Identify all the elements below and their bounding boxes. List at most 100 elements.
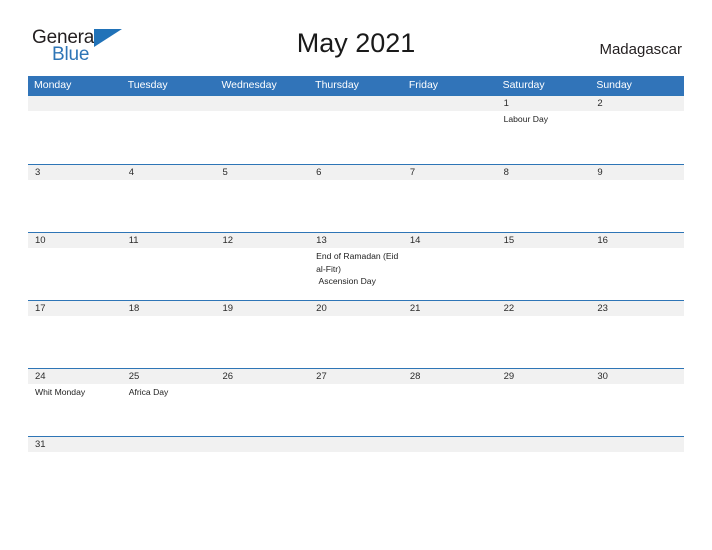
weekday-header-row: Monday Tuesday Wednesday Thursday Friday… bbox=[28, 76, 684, 95]
date-cell[interactable]: 5 bbox=[215, 165, 309, 180]
event-cell bbox=[497, 180, 591, 232]
date-cell[interactable]: 1 bbox=[497, 96, 591, 111]
date-cell[interactable] bbox=[215, 96, 309, 111]
event-cell bbox=[497, 452, 591, 472]
event-band: End of Ramadan (Eid al-Fitr) Ascension D… bbox=[28, 248, 684, 300]
week-row: 3 4 5 6 7 8 9 bbox=[28, 164, 684, 232]
date-cell[interactable]: 13 bbox=[309, 233, 403, 248]
date-cell[interactable] bbox=[309, 96, 403, 111]
date-cell[interactable] bbox=[403, 437, 497, 452]
date-cell[interactable]: 6 bbox=[309, 165, 403, 180]
date-cell[interactable]: 25 bbox=[122, 369, 216, 384]
date-cell[interactable]: 22 bbox=[497, 301, 591, 316]
date-cell[interactable]: 23 bbox=[590, 301, 684, 316]
event-cell bbox=[403, 316, 497, 368]
date-cell[interactable]: 24 bbox=[28, 369, 122, 384]
weekday-wednesday: Wednesday bbox=[221, 79, 277, 91]
date-cell[interactable] bbox=[497, 437, 591, 452]
date-band: 10 11 12 13 14 15 16 bbox=[28, 233, 684, 248]
date-cell[interactable] bbox=[309, 437, 403, 452]
date-band: 31 bbox=[28, 437, 684, 452]
weekday-thursday: Thursday bbox=[315, 79, 359, 91]
date-cell[interactable]: 14 bbox=[403, 233, 497, 248]
event-cell bbox=[215, 180, 309, 232]
event-cell bbox=[28, 111, 122, 164]
date-cell[interactable]: 29 bbox=[497, 369, 591, 384]
event-cell bbox=[590, 384, 684, 436]
event-cell bbox=[403, 180, 497, 232]
week-row: 10 11 12 13 14 15 16 End of Ramadan (Eid… bbox=[28, 232, 684, 300]
date-cell[interactable]: 7 bbox=[403, 165, 497, 180]
date-cell[interactable] bbox=[215, 437, 309, 452]
event-cell bbox=[122, 316, 216, 368]
date-cell[interactable]: 16 bbox=[590, 233, 684, 248]
event-cell bbox=[215, 384, 309, 436]
page-header: General Blue May 2021 Madagascar bbox=[0, 0, 712, 64]
date-cell[interactable] bbox=[122, 437, 216, 452]
event-cell bbox=[215, 248, 309, 300]
event-cell bbox=[497, 248, 591, 300]
date-cell[interactable] bbox=[403, 96, 497, 111]
date-cell[interactable]: 2 bbox=[590, 96, 684, 111]
event-cell bbox=[28, 180, 122, 232]
event-cell bbox=[590, 180, 684, 232]
week-row: 24 25 26 27 28 29 30 Whit Monday Africa … bbox=[28, 368, 684, 436]
event-cell: Whit Monday bbox=[35, 387, 86, 397]
event-cell bbox=[215, 316, 309, 368]
date-cell[interactable]: 18 bbox=[122, 301, 216, 316]
date-cell[interactable]: 19 bbox=[215, 301, 309, 316]
week-row: 17 18 19 20 21 22 23 bbox=[28, 300, 684, 368]
event-cell bbox=[497, 316, 591, 368]
event-cell bbox=[122, 452, 216, 472]
date-cell[interactable]: 4 bbox=[122, 165, 216, 180]
event-cell bbox=[590, 316, 684, 368]
date-cell[interactable]: 28 bbox=[403, 369, 497, 384]
date-cell[interactable]: 11 bbox=[122, 233, 216, 248]
country-label: Madagascar bbox=[599, 41, 682, 58]
date-cell[interactable]: 27 bbox=[309, 369, 403, 384]
event-band bbox=[28, 180, 684, 232]
date-cell[interactable]: 3 bbox=[28, 165, 122, 180]
weekday-sunday: Sunday bbox=[596, 79, 632, 91]
date-cell[interactable]: 10 bbox=[28, 233, 122, 248]
date-cell[interactable] bbox=[28, 96, 122, 111]
week-row: 1 2 Labour Day bbox=[28, 95, 684, 164]
date-cell[interactable]: 26 bbox=[215, 369, 309, 384]
date-band: 1 2 bbox=[28, 96, 684, 111]
event-cell bbox=[309, 111, 403, 164]
date-cell[interactable]: 12 bbox=[215, 233, 309, 248]
date-band: 3 4 5 6 7 8 9 bbox=[28, 165, 684, 180]
date-cell[interactable]: 9 bbox=[590, 165, 684, 180]
date-cell[interactable]: 30 bbox=[590, 369, 684, 384]
date-cell[interactable]: 15 bbox=[497, 233, 591, 248]
event-cell bbox=[403, 111, 497, 164]
calendar-page: General Blue May 2021 Madagascar Monday … bbox=[0, 0, 712, 550]
event-cell bbox=[309, 384, 403, 436]
event-cell bbox=[590, 248, 684, 300]
event-band: Labour Day bbox=[28, 111, 684, 164]
event-cell: End of Ramadan (Eid al-Fitr) Ascension D… bbox=[316, 251, 399, 286]
calendar-grid: Monday Tuesday Wednesday Thursday Friday… bbox=[28, 76, 684, 472]
date-cell[interactable]: 31 bbox=[28, 437, 122, 452]
date-cell[interactable]: 17 bbox=[28, 301, 122, 316]
event-cell bbox=[28, 248, 122, 300]
event-cell bbox=[309, 316, 403, 368]
event-band: Whit Monday Africa Day bbox=[28, 384, 684, 436]
event-cell bbox=[28, 452, 122, 472]
date-cell[interactable]: 21 bbox=[403, 301, 497, 316]
event-cell bbox=[122, 180, 216, 232]
date-cell[interactable]: 8 bbox=[497, 165, 591, 180]
event-band bbox=[28, 316, 684, 368]
event-cell bbox=[309, 452, 403, 472]
event-cell bbox=[215, 111, 309, 164]
weekday-monday: Monday bbox=[34, 79, 72, 91]
event-cell bbox=[590, 111, 684, 164]
event-cell bbox=[309, 180, 403, 232]
date-band: 24 25 26 27 28 29 30 bbox=[28, 369, 684, 384]
event-cell: Africa Day bbox=[128, 387, 169, 397]
date-cell[interactable]: 20 bbox=[309, 301, 403, 316]
date-cell[interactable] bbox=[122, 96, 216, 111]
event-cell bbox=[215, 452, 309, 472]
weekday-saturday: Saturday bbox=[502, 79, 545, 91]
date-cell[interactable] bbox=[590, 437, 684, 452]
